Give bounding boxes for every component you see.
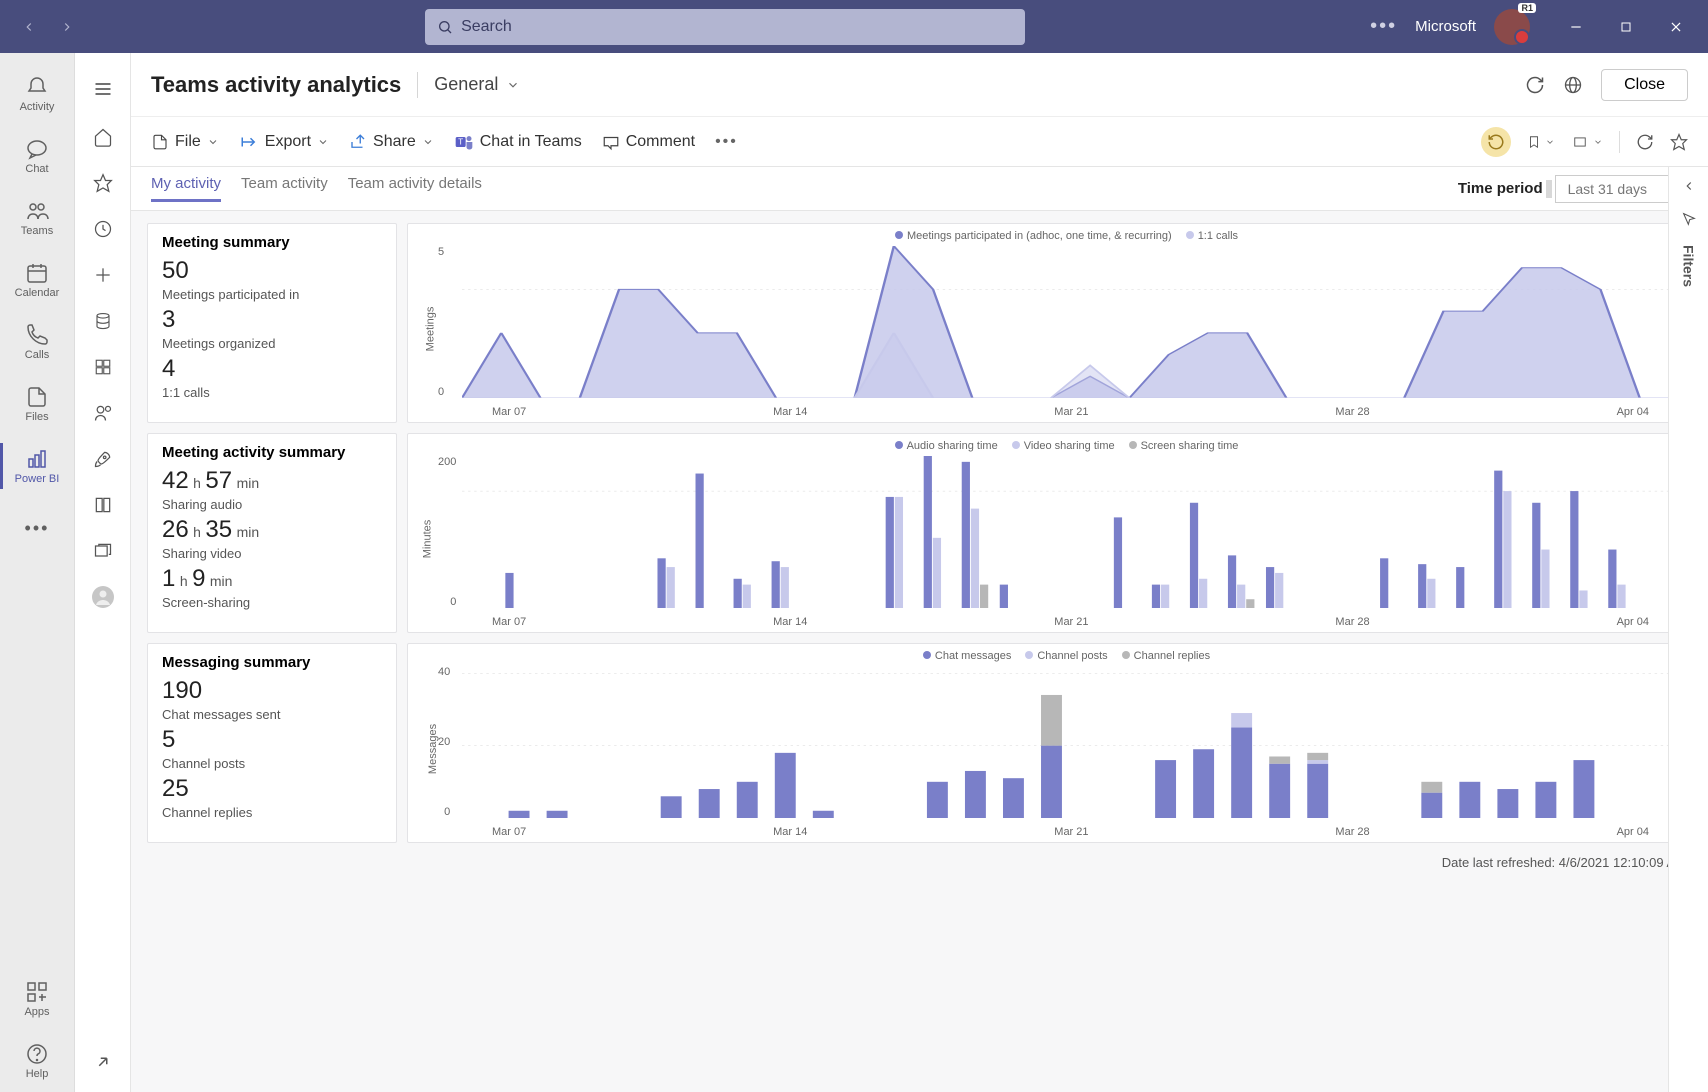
- svg-text:T: T: [458, 136, 463, 146]
- star-icon[interactable]: [91, 171, 115, 195]
- bookmark-dropdown[interactable]: [1527, 133, 1555, 151]
- nav-forward-button[interactable]: [50, 10, 84, 44]
- export-menu[interactable]: Export: [239, 133, 329, 151]
- more-button[interactable]: •••: [1370, 15, 1397, 38]
- refresh-icon[interactable]: [1525, 75, 1545, 95]
- search-icon: [437, 19, 453, 35]
- chat-in-teams-button[interactable]: T Chat in Teams: [454, 132, 582, 152]
- cursor-icon: [1681, 211, 1697, 227]
- rail-powerbi[interactable]: Power BI: [0, 435, 74, 497]
- open-external-icon[interactable]: [91, 1050, 115, 1074]
- reset-icon[interactable]: [1481, 127, 1511, 157]
- file-menu[interactable]: File: [151, 133, 219, 151]
- teams-icon: T: [454, 132, 474, 152]
- org-label: Microsoft: [1415, 18, 1476, 35]
- refresh-visual-icon[interactable]: [1636, 133, 1654, 151]
- toolbar-more-icon[interactable]: •••: [715, 133, 738, 151]
- globe-icon[interactable]: [1563, 75, 1583, 95]
- activity-minutes-chart: Audio sharing time Video sharing time Sc…: [407, 433, 1692, 633]
- window-close-button[interactable]: [1656, 10, 1696, 44]
- tab-team-activity[interactable]: Team activity: [241, 175, 328, 202]
- export-icon: [239, 133, 259, 151]
- avatar[interactable]: R1: [1494, 9, 1530, 45]
- window-maximize-button[interactable]: [1606, 10, 1646, 44]
- meeting-summary-card: Meeting summary 50Meetings participated …: [147, 223, 397, 423]
- page-title: Teams activity analytics: [151, 72, 401, 98]
- rail-activity[interactable]: Activity: [0, 63, 74, 125]
- meetings-chart: Meetings participated in (adhoc, one tim…: [407, 223, 1692, 423]
- file-icon: [151, 133, 169, 151]
- rail-help[interactable]: Help: [0, 1030, 74, 1092]
- chevron-down-icon: [207, 136, 219, 148]
- meeting-activity-card: Meeting activity summary 42 h 57 minShar…: [147, 433, 397, 633]
- rail-teams[interactable]: Teams: [0, 187, 74, 249]
- home-icon[interactable]: [91, 125, 115, 149]
- favorite-icon[interactable]: [1670, 133, 1688, 151]
- page-header: Teams activity analytics General Close: [131, 53, 1708, 117]
- time-period-label: Time period: [1458, 180, 1543, 197]
- rail-chat[interactable]: Chat: [0, 125, 74, 187]
- layers-icon[interactable]: [91, 539, 115, 563]
- tab-my-activity[interactable]: My activity: [151, 175, 221, 202]
- channel-dropdown[interactable]: General: [434, 74, 520, 95]
- global-search[interactable]: [425, 9, 1025, 45]
- rail-calendar[interactable]: Calendar: [0, 249, 74, 311]
- chevron-down-icon: [506, 78, 520, 92]
- chevron-down-icon: [317, 136, 329, 148]
- rail-files[interactable]: Files: [0, 373, 74, 435]
- comment-icon: [602, 133, 620, 151]
- filters-label: Filters: [1681, 245, 1697, 287]
- person-circle-icon[interactable]: [91, 585, 115, 609]
- plus-icon[interactable]: [91, 263, 115, 287]
- tab-team-activity-details[interactable]: Team activity details: [348, 175, 482, 202]
- close-button[interactable]: Close: [1601, 69, 1688, 101]
- messaging-summary-card: Messaging summary 190Chat messages sent …: [147, 643, 397, 843]
- chevron-down-icon: [422, 136, 434, 148]
- filters-panel[interactable]: Filters: [1668, 167, 1708, 1092]
- report-tabs: My activity Team activity Team activity …: [131, 167, 1708, 211]
- divider: [417, 72, 418, 98]
- view-dropdown[interactable]: [1571, 135, 1603, 149]
- dashboard-grid: Meeting summary 50Meetings participated …: [131, 211, 1708, 1092]
- rocket-icon[interactable]: [91, 447, 115, 471]
- book-icon[interactable]: [91, 493, 115, 517]
- app-rail: Activity Chat Teams Calendar Calls Files…: [0, 53, 75, 1092]
- rail-more[interactable]: •••: [0, 497, 74, 559]
- grid-icon[interactable]: [91, 355, 115, 379]
- avatar-badge: R1: [1518, 3, 1536, 13]
- clock-icon[interactable]: [91, 217, 115, 241]
- rail-apps[interactable]: Apps: [0, 968, 74, 1030]
- share-menu[interactable]: Share: [349, 133, 434, 151]
- database-icon[interactable]: [91, 309, 115, 333]
- people-icon[interactable]: [91, 401, 115, 425]
- rail-calls[interactable]: Calls: [0, 311, 74, 373]
- workspace-rail: [75, 53, 131, 1092]
- nav-back-button[interactable]: [12, 10, 46, 44]
- refresh-footer: Date last refreshed: 4/6/2021 12:10:09 A…: [147, 853, 1692, 879]
- comment-button[interactable]: Comment: [602, 133, 695, 151]
- title-bar: ••• Microsoft R1: [0, 0, 1708, 53]
- search-input[interactable]: [461, 18, 1013, 36]
- messaging-chart: Chat messages Channel posts Channel repl…: [407, 643, 1692, 843]
- share-icon: [349, 133, 367, 151]
- window-minimize-button[interactable]: [1556, 10, 1596, 44]
- main-area: Teams activity analytics General Close F…: [131, 53, 1708, 1092]
- hamburger-icon[interactable]: [91, 77, 115, 101]
- report-toolbar: File Export Share T Chat in Teams Commen…: [131, 117, 1708, 167]
- chevron-left-icon[interactable]: [1682, 179, 1696, 193]
